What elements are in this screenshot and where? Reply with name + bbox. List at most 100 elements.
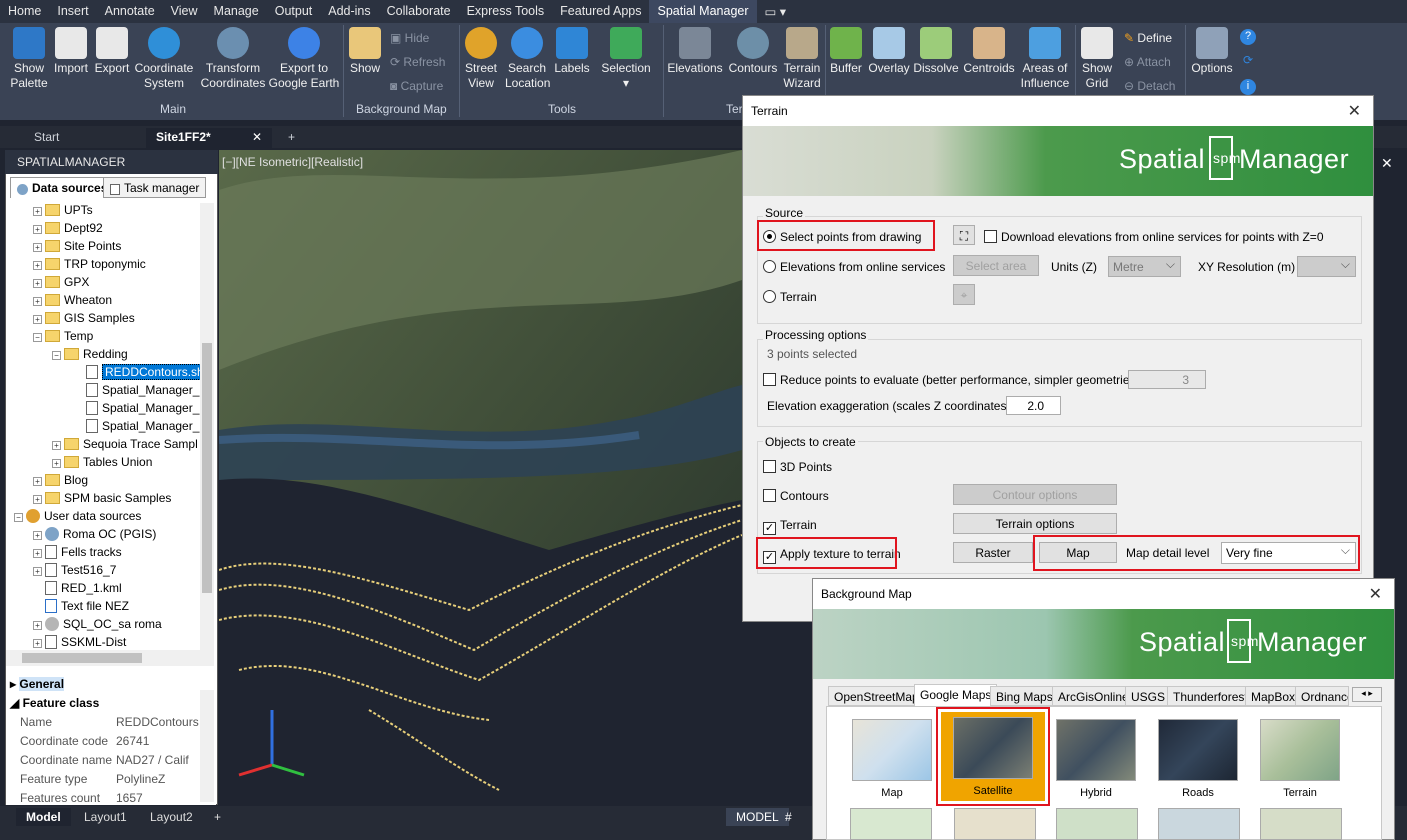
tree-item[interactable]: + Roma OC (PGIS) bbox=[33, 527, 156, 545]
menu-home[interactable]: Home bbox=[0, 0, 49, 23]
thumb-row2[interactable] bbox=[1260, 808, 1342, 840]
close-tab-icon[interactable]: ✕ bbox=[252, 130, 262, 144]
tree-item[interactable]: + SPM basic Samples bbox=[33, 491, 171, 509]
menu-annotate[interactable]: Annotate bbox=[97, 0, 163, 23]
tree-item[interactable]: − User data sources bbox=[14, 509, 141, 527]
reduce-points-spinner[interactable]: 3 bbox=[1128, 370, 1206, 389]
tree-item[interactable]: Text file NEZ bbox=[45, 599, 129, 617]
buffer-button[interactable]: Buffer bbox=[828, 27, 864, 76]
close-icon[interactable]: ✕ bbox=[1381, 155, 1393, 172]
tab-mapbox[interactable]: MapBox bbox=[1245, 686, 1302, 706]
contours-checkbox[interactable]: Contours bbox=[763, 489, 829, 503]
labels-button[interactable]: Labels bbox=[552, 27, 592, 76]
tree-item[interactable]: + Dept92 bbox=[33, 221, 103, 239]
crosshair-button[interactable]: ⌖ bbox=[953, 284, 975, 305]
tree-item[interactable]: + SQL_OC_sa roma bbox=[33, 617, 162, 635]
reduce-points-checkbox[interactable]: Reduce points to evaluate (better perfor… bbox=[763, 373, 1140, 387]
tab-site1ff2[interactable]: Site1FF2* ✕ bbox=[146, 128, 272, 148]
help-icon[interactable]: ? bbox=[1240, 29, 1256, 45]
menu-spatial-manager[interactable]: Spatial Manager bbox=[649, 0, 757, 23]
define-button[interactable]: ✎ Define bbox=[1124, 31, 1184, 46]
tab-arcgisonline[interactable]: ArcGisOnline bbox=[1052, 686, 1135, 706]
tree-item[interactable]: − Redding bbox=[52, 347, 128, 365]
contour-options-button[interactable]: Contour options bbox=[953, 484, 1117, 505]
tree-item[interactable]: + GIS Samples bbox=[33, 311, 135, 329]
menu-manage[interactable]: Manage bbox=[206, 0, 267, 23]
areas-of-influence-button[interactable]: Areas of Influence bbox=[1018, 27, 1072, 91]
thumb-hybrid[interactable]: Hybrid bbox=[1054, 719, 1138, 799]
bg-map-hide-button[interactable]: ▣ Hide bbox=[390, 31, 450, 46]
tree-item[interactable]: Spatial_Manager_ bbox=[86, 419, 199, 437]
contours-button[interactable]: Contours bbox=[727, 27, 779, 76]
units-select[interactable]: Metre bbox=[1108, 256, 1181, 277]
tab-layout2[interactable]: Layout2 bbox=[140, 808, 203, 826]
3d-viewport[interactable] bbox=[219, 150, 742, 805]
grid-toggle-icon[interactable]: # bbox=[775, 808, 802, 826]
street-view-button[interactable]: Street View bbox=[463, 27, 499, 91]
show-grid-button[interactable]: Show Grid bbox=[1078, 27, 1116, 91]
tab-ordnance[interactable]: Ordnance bbox=[1295, 686, 1349, 706]
dissolve-button[interactable]: Dissolve bbox=[913, 27, 959, 76]
detach-button[interactable]: ⊖ Detach bbox=[1124, 79, 1184, 94]
tab-google-maps[interactable]: Google Maps bbox=[914, 684, 998, 706]
tree-item[interactable]: + Sequoia Trace Sampl bbox=[52, 437, 198, 455]
radio-online-elevations[interactable]: Elevations from online services bbox=[763, 260, 945, 274]
tree-item[interactable]: + Fells tracks bbox=[33, 545, 122, 563]
tree-item[interactable]: + Test516_7 bbox=[33, 563, 116, 581]
thumb-row2[interactable] bbox=[1056, 808, 1138, 840]
menu-insert[interactable]: Insert bbox=[49, 0, 96, 23]
add-layout-button[interactable]: + bbox=[204, 808, 231, 826]
info-icon[interactable]: i bbox=[1240, 79, 1256, 95]
tree-item[interactable]: + UPTs bbox=[33, 203, 93, 221]
menu-addins[interactable]: Add-ins bbox=[320, 0, 378, 23]
bg-map-capture-button[interactable]: ◙ Capture bbox=[390, 79, 456, 94]
search-location-button[interactable]: Search Location bbox=[505, 27, 550, 91]
tree-item[interactable]: Spatial_Manager_ bbox=[86, 401, 199, 419]
show-palette-button[interactable]: Show Palette bbox=[8, 27, 50, 91]
import-button[interactable]: Import bbox=[52, 27, 90, 76]
menu-featured-apps[interactable]: Featured Apps bbox=[552, 0, 649, 23]
pick-points-button[interactable]: ⛶ bbox=[953, 225, 975, 245]
tab-usgs[interactable]: USGS bbox=[1125, 686, 1172, 706]
tab-thunderforest[interactable]: Thunderforest bbox=[1167, 686, 1254, 706]
viewport-controls-label[interactable]: [−][NE Isometric][Realistic] bbox=[222, 155, 363, 169]
terrain-wizard-button[interactable]: Terrain Wizard bbox=[781, 27, 823, 91]
coordinate-system-button[interactable]: Coordinate System bbox=[133, 27, 195, 91]
props-general-header[interactable]: ▸ General bbox=[10, 677, 65, 691]
export-google-earth-button[interactable]: Export to Google Earth bbox=[268, 27, 340, 91]
export-button[interactable]: Export bbox=[93, 27, 131, 76]
close-icon[interactable]: ✕ bbox=[1348, 101, 1361, 121]
menu-view[interactable]: View bbox=[163, 0, 206, 23]
tab-start[interactable]: Start bbox=[24, 128, 69, 148]
tab-task-manager[interactable]: Task manager bbox=[103, 177, 207, 198]
props-feature-class-header[interactable]: ◢ Feature class bbox=[10, 696, 99, 710]
tree-item[interactable]: + SSKML-Dist bbox=[33, 635, 126, 650]
3d-points-checkbox[interactable]: 3D Points bbox=[763, 460, 832, 474]
thumb-satellite[interactable]: Satellite bbox=[941, 712, 1045, 801]
download-elevations-checkbox[interactable]: Download elevations from online services… bbox=[984, 230, 1324, 244]
props-scrollbar[interactable] bbox=[200, 690, 214, 802]
tree-item[interactable]: + Tables Union bbox=[52, 455, 152, 473]
options-button[interactable]: Options bbox=[1189, 27, 1235, 76]
elevations-button[interactable]: Elevations bbox=[667, 27, 723, 76]
centroids-button[interactable]: Centroids bbox=[962, 27, 1016, 76]
tab-model[interactable]: Model bbox=[16, 808, 71, 826]
tree-item[interactable]: − Temp bbox=[33, 329, 93, 347]
tree-horizontal-scrollbar[interactable] bbox=[6, 650, 214, 666]
bg-map-show-button[interactable]: Show bbox=[347, 27, 383, 76]
thumb-row2[interactable] bbox=[954, 808, 1036, 840]
bg-map-refresh-button[interactable]: ⟳ Refresh bbox=[390, 55, 450, 70]
terrain-checkbox[interactable]: ✓ Terrain bbox=[763, 518, 817, 535]
attach-button[interactable]: ⊕ Attach bbox=[1124, 55, 1184, 70]
thumb-row2[interactable] bbox=[850, 808, 932, 840]
thumb-row2[interactable] bbox=[1158, 808, 1240, 840]
overlay-button[interactable]: Overlay bbox=[867, 27, 911, 76]
tree-item[interactable]: + Blog bbox=[33, 473, 88, 491]
terrain-options-button[interactable]: Terrain options bbox=[953, 513, 1117, 534]
tab-layout1[interactable]: Layout1 bbox=[74, 808, 137, 826]
menu-express-tools[interactable]: Express Tools bbox=[459, 0, 553, 23]
tree-item-selected[interactable]: REDDContours.sh bbox=[86, 364, 202, 383]
tree-item[interactable]: + Site Points bbox=[33, 239, 121, 257]
tree-item[interactable]: + TRP toponymic bbox=[33, 257, 146, 275]
tree-item[interactable]: + Wheaton bbox=[33, 293, 112, 311]
